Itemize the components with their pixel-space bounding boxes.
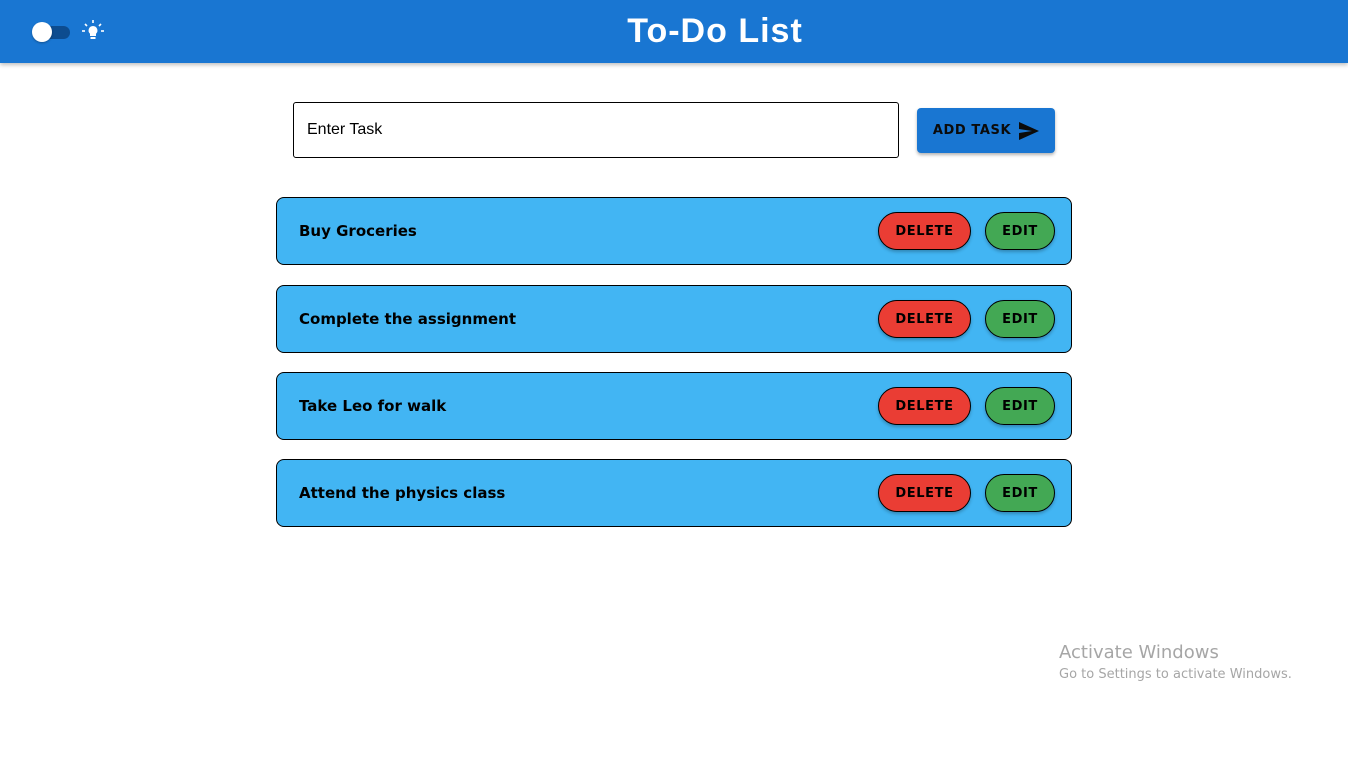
- task-item: Attend the physics class DELETE EDIT: [276, 459, 1072, 527]
- delete-button[interactable]: DELETE: [878, 300, 971, 338]
- send-icon: [1019, 121, 1040, 140]
- task-text: Take Leo for walk: [299, 397, 447, 415]
- app-bar: To-Do List: [0, 0, 1348, 63]
- task-input[interactable]: [293, 102, 899, 158]
- delete-button[interactable]: DELETE: [878, 474, 971, 512]
- activation-watermark: Activate Windows Go to Settings to activ…: [1059, 641, 1292, 685]
- edit-button[interactable]: EDIT: [985, 474, 1055, 512]
- watermark-title: Activate Windows: [1059, 642, 1219, 663]
- task-item: Take Leo for walk DELETE EDIT: [276, 372, 1072, 440]
- delete-button[interactable]: DELETE: [878, 212, 971, 250]
- task-text: Complete the assignment: [299, 310, 516, 328]
- task-text: Attend the physics class: [299, 484, 506, 502]
- watermark-subtitle: Go to Settings to activate Windows.: [1059, 667, 1292, 682]
- add-task-button[interactable]: ADD TASK: [917, 108, 1055, 153]
- task-item: Complete the assignment DELETE EDIT: [276, 285, 1072, 353]
- add-task-label: ADD TASK: [932, 123, 1012, 138]
- task-text: Buy Groceries: [299, 222, 417, 240]
- page-title: To-Do List: [627, 12, 803, 50]
- delete-button[interactable]: DELETE: [878, 387, 971, 425]
- edit-button[interactable]: EDIT: [985, 387, 1055, 425]
- edit-button[interactable]: EDIT: [985, 212, 1055, 250]
- task-item: Buy Groceries DELETE EDIT: [276, 197, 1072, 265]
- edit-button[interactable]: EDIT: [985, 300, 1055, 338]
